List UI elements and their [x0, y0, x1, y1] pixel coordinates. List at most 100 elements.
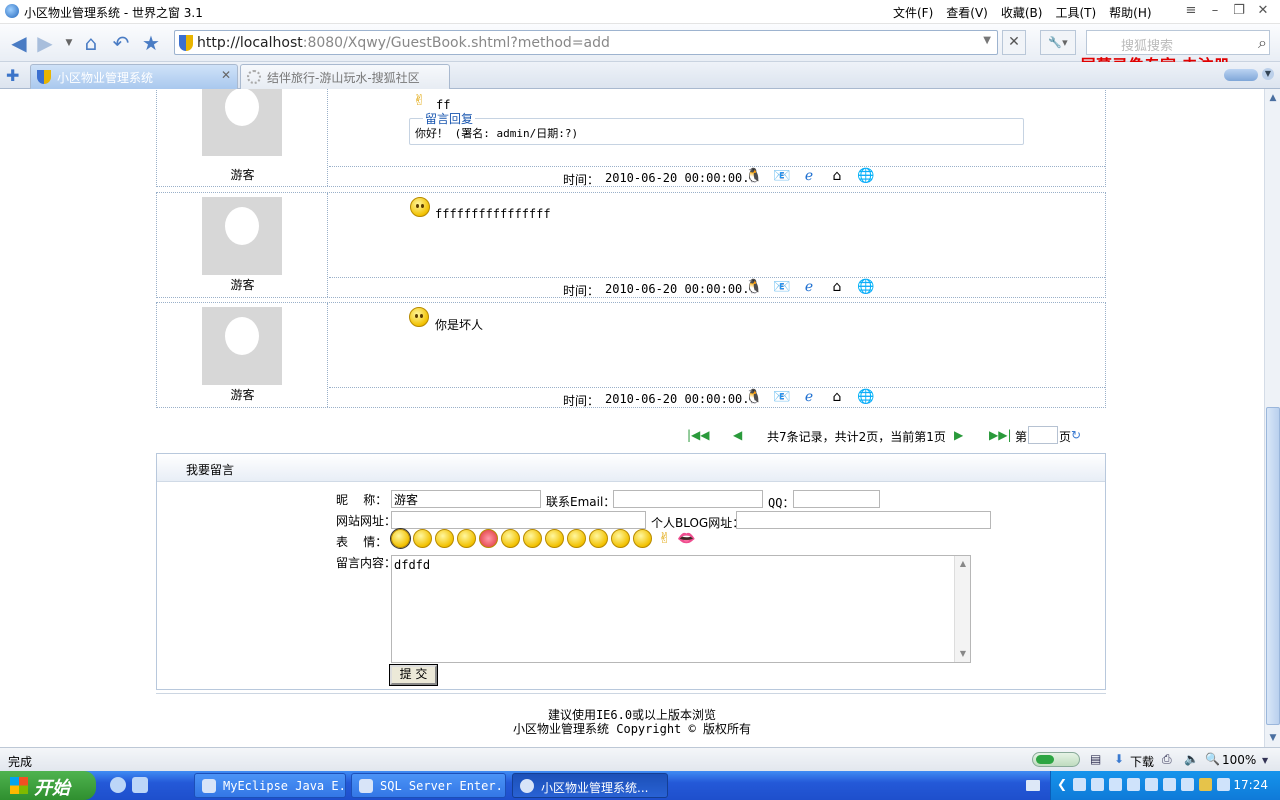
menu-favorites[interactable]: 收藏(B): [1001, 4, 1043, 21]
scroll-down-icon[interactable]: ▼: [956, 647, 970, 661]
grin-emotion-icon[interactable]: [633, 529, 652, 548]
download-arrow-icon[interactable]: ⬇: [1114, 752, 1124, 766]
tray-icon[interactable]: [1127, 778, 1140, 791]
home-icon[interactable]: ⌂: [78, 30, 104, 56]
zoom-level[interactable]: 100%: [1222, 753, 1256, 767]
menu-help[interactable]: 帮助(H): [1109, 4, 1151, 21]
email-icon[interactable]: 📧: [773, 168, 790, 184]
ad-filter-toggle[interactable]: [1032, 752, 1080, 767]
globe-icon[interactable]: 🌐: [857, 389, 874, 405]
go-refresh-icon[interactable]: ↻: [1071, 428, 1081, 442]
task-myeclipse[interactable]: MyEclipse Java E...: [194, 773, 346, 798]
textarea-scrollbar[interactable]: ▲ ▼: [954, 556, 970, 662]
tray-expand-icon[interactable]: ❮: [1057, 777, 1070, 791]
download-label[interactable]: 下载: [1130, 753, 1154, 770]
tray-icon[interactable]: [1091, 778, 1104, 791]
menu-view[interactable]: 查看(V): [946, 4, 988, 21]
scroll-up-icon[interactable]: ▲: [1266, 91, 1280, 105]
qq-input[interactable]: [793, 490, 880, 508]
submit-button[interactable]: 提 交: [389, 664, 438, 686]
surprised-emotion-icon[interactable]: [523, 529, 542, 548]
home-icon[interactable]: ⌂: [829, 389, 845, 405]
scroll-down-icon[interactable]: ▼: [1266, 731, 1280, 745]
start-button[interactable]: 开始: [0, 771, 96, 800]
tray-icon[interactable]: [1163, 778, 1176, 791]
sleepy-emotion-icon[interactable]: [589, 529, 608, 548]
content-textarea[interactable]: dfdfd ▲ ▼: [391, 555, 971, 663]
tools-dropdown-button[interactable]: 🔧▾: [1040, 30, 1076, 55]
page-icon[interactable]: ▤: [1090, 752, 1101, 766]
task-browser[interactable]: 小区物业管理系统...: [512, 773, 668, 798]
scrollbar-thumb[interactable]: [1266, 407, 1280, 725]
tired-emotion-icon[interactable]: [611, 529, 630, 548]
shy-emotion-icon[interactable]: [435, 529, 454, 548]
first-page-icon[interactable]: |◀◀: [687, 428, 710, 442]
zoom-dropdown-icon[interactable]: ▼: [1262, 756, 1268, 765]
print-icon[interactable]: ⎙: [1162, 752, 1172, 767]
close-window-button[interactable]: ✕: [1254, 3, 1272, 19]
victory-hand-icon[interactable]: ✌: [655, 529, 674, 548]
ie-browser-icon[interactable]: ℯ: [801, 279, 817, 295]
tab-travel[interactable]: 结伴旅行-游山玩水-搜狐社区: [240, 64, 450, 89]
qq-penguin-icon[interactable]: 🐧: [745, 279, 762, 295]
address-dropdown-icon[interactable]: ▼: [983, 35, 991, 46]
tab-menu-icon[interactable]: ▼: [1262, 68, 1274, 80]
menu-tools[interactable]: 工具(T): [1055, 4, 1096, 21]
volume-icon[interactable]: 🔈: [1184, 752, 1199, 766]
search-icon[interactable]: ⌕: [1258, 33, 1267, 53]
globe-icon[interactable]: 🌐: [857, 279, 874, 295]
qq-penguin-icon[interactable]: 🐧: [745, 389, 762, 405]
menu-file[interactable]: 文件(F): [893, 4, 933, 21]
confused-emotion-icon[interactable]: [501, 529, 520, 548]
favorites-star-icon[interactable]: ★: [138, 30, 164, 56]
ie-browser-icon[interactable]: ℯ: [801, 168, 817, 184]
next-page-icon[interactable]: ▶: [954, 428, 963, 442]
minimize-button[interactable]: –: [1206, 3, 1224, 19]
email-input[interactable]: [613, 490, 763, 508]
email-icon[interactable]: 📧: [773, 279, 790, 295]
stop-button[interactable]: ✕: [1002, 30, 1026, 55]
list-icon[interactable]: ≡: [1182, 3, 1200, 19]
lips-icon[interactable]: 👄: [677, 529, 696, 548]
nickname-input[interactable]: [391, 490, 541, 508]
home-icon[interactable]: ⌂: [829, 279, 845, 295]
back-arrow-icon[interactable]: ◀: [6, 30, 32, 56]
tab-community-system[interactable]: 小区物业管理系统 ✕: [30, 64, 238, 89]
ie-browser-icon[interactable]: ℯ: [801, 389, 817, 405]
quicklaunch-ie-icon[interactable]: [110, 777, 126, 793]
wink-emotion-icon[interactable]: [545, 529, 564, 548]
smile-emotion-icon[interactable]: [390, 528, 411, 549]
close-tab-icon[interactable]: ✕: [221, 68, 231, 82]
page-scrollbar[interactable]: ▲ ▼: [1264, 89, 1280, 747]
angry-emotion-icon[interactable]: [479, 529, 498, 548]
tray-icon[interactable]: [1073, 778, 1086, 791]
sad-emotion-icon[interactable]: [413, 529, 432, 548]
website-input[interactable]: [391, 511, 646, 529]
task-sql-server[interactable]: SQL Server Enter...: [351, 773, 506, 798]
qq-penguin-icon[interactable]: 🐧: [745, 168, 762, 184]
prev-page-icon[interactable]: ◀: [733, 428, 742, 442]
last-page-icon[interactable]: ▶▶|: [989, 428, 1012, 442]
tray-icon[interactable]: [1145, 778, 1158, 791]
tray-icon[interactable]: [1109, 778, 1122, 791]
tray-icon[interactable]: [1217, 778, 1230, 791]
quicklaunch-app-icon[interactable]: [132, 777, 148, 793]
email-icon[interactable]: 📧: [773, 389, 790, 405]
scroll-up-icon[interactable]: ▲: [956, 557, 970, 571]
laugh-emotion-icon[interactable]: [567, 529, 586, 548]
new-tab-icon[interactable]: ✚: [6, 66, 19, 85]
restore-button[interactable]: ❐: [1230, 3, 1248, 19]
tab-scroll-control[interactable]: [1224, 69, 1258, 81]
undo-icon[interactable]: ↶: [108, 30, 134, 56]
address-bar[interactable]: http://localhost:8080/Xqwy/GuestBook.sht…: [174, 30, 998, 55]
blog-input[interactable]: [736, 511, 991, 529]
cry-emotion-icon[interactable]: [457, 529, 476, 548]
zoom-icon[interactable]: 🔍: [1205, 752, 1220, 766]
security-shield-icon[interactable]: [1199, 778, 1212, 791]
page-number-input[interactable]: [1028, 426, 1058, 444]
home-icon[interactable]: ⌂: [829, 168, 845, 184]
keyboard-icon[interactable]: [1026, 780, 1040, 791]
forward-arrow-icon[interactable]: ▶: [32, 30, 58, 56]
globe-icon[interactable]: 🌐: [857, 168, 874, 184]
tray-icon[interactable]: [1181, 778, 1194, 791]
